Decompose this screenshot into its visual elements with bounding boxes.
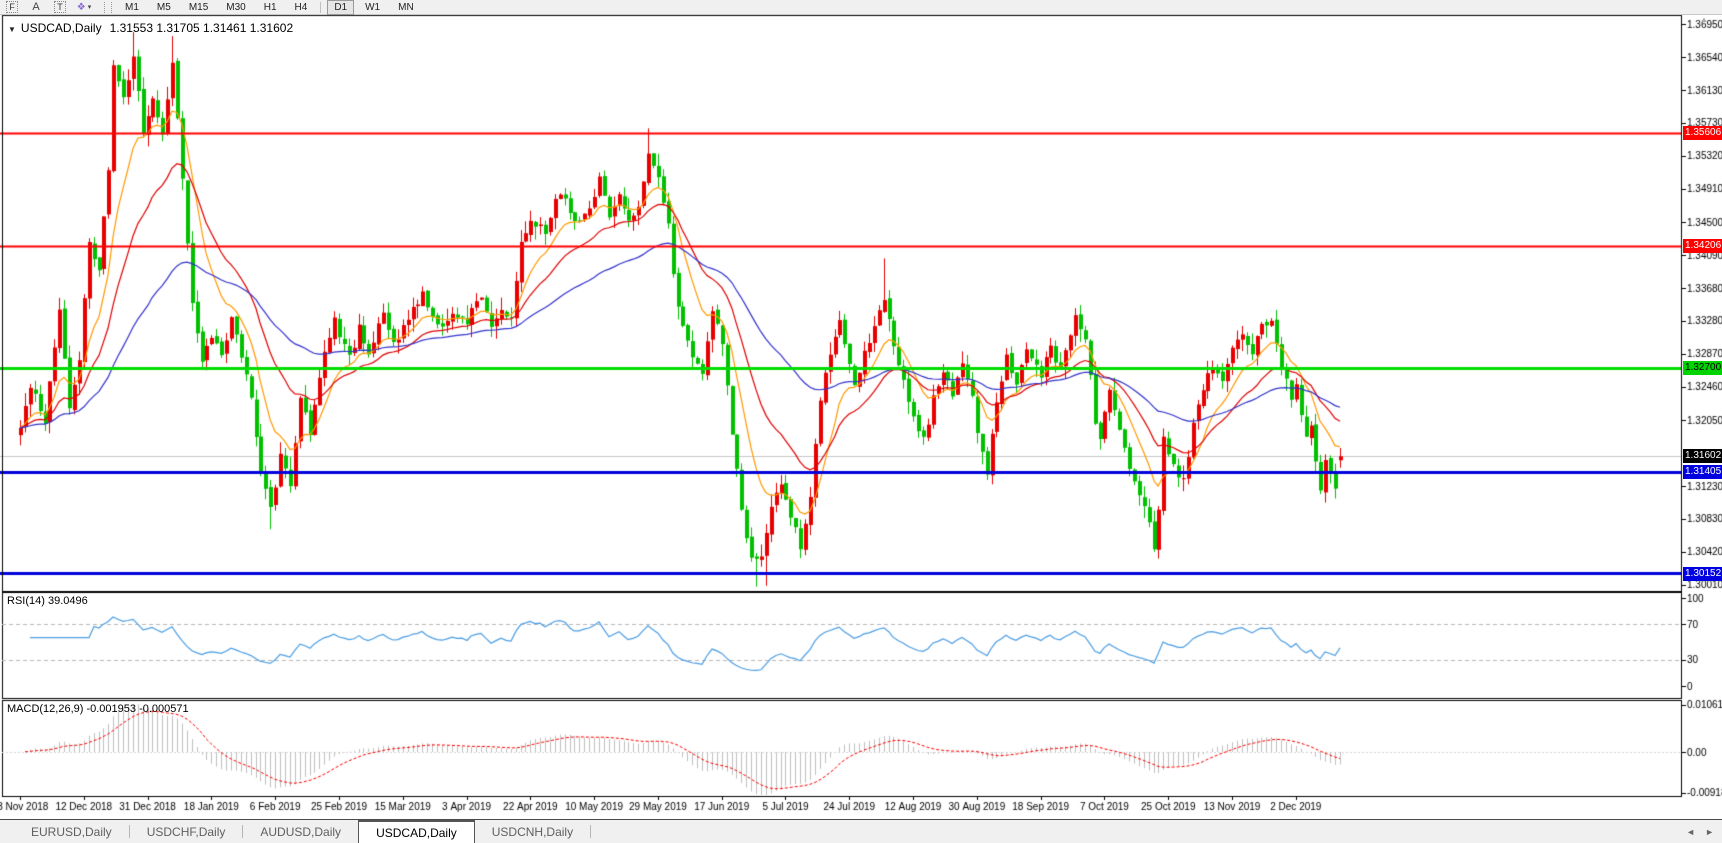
tab-divider (590, 825, 592, 838)
tab-usdcad-active[interactable]: USDCAD,Daily (358, 820, 475, 843)
tab-usdchf[interactable]: USDCHF,Daily (130, 820, 243, 843)
toolbar-grip[interactable] (104, 1, 112, 13)
tab-scroll-arrows: ◄ ► (1686, 820, 1722, 843)
resistance-price-badge: 1.34206 (1683, 239, 1722, 253)
shapes-icon: ❖ (76, 1, 86, 13)
tab-audusd[interactable]: AUDUSD,Daily (243, 820, 358, 843)
resistance-price-badge: 1.35606 (1683, 126, 1722, 140)
toolbar-separator (320, 1, 322, 13)
timeframe-m15-button[interactable]: M15 (182, 0, 215, 15)
timeframe-w1-button[interactable]: W1 (358, 0, 387, 15)
support-price-badge: 1.30152 (1683, 567, 1722, 581)
support-price-badge: 1.31405 (1683, 465, 1722, 479)
shapes-tool-button[interactable]: ❖ ▾ (74, 1, 94, 14)
tab-eurusd[interactable]: EURUSD,Daily (14, 820, 129, 843)
timeframe-h1-button[interactable]: H1 (257, 0, 284, 15)
fibonacci-icon: F (6, 1, 18, 13)
tab-scroll-left-icon[interactable]: ◄ (1686, 827, 1695, 837)
timeframe-d1-button[interactable]: D1 (327, 0, 355, 15)
tab-scroll-right-icon[interactable]: ► (1705, 827, 1714, 837)
rsi-indicator-label: RSI(14) 39.0496 (7, 595, 88, 607)
trading-terminal-window: F A T ❖ ▾ M1 M5 M15 M30 H1 H4 D1 W1 MN ▼ U… (0, 0, 1722, 843)
timeframe-h4-button[interactable]: H4 (288, 0, 315, 15)
macd-indicator-label: MACD(12,26,9) -0.001953 -0.000571 (7, 703, 189, 715)
tab-usdcnh[interactable]: USDCNH,Daily (475, 820, 590, 843)
chart-symbol-label: USDCAD,Daily (20, 21, 102, 35)
dropdown-caret-icon: ▾ (87, 4, 92, 11)
timeframe-mn-button[interactable]: MN (391, 0, 421, 15)
timeframe-m30-button[interactable]: M30 (219, 0, 252, 15)
current-price-badge: 1.31602 (1683, 449, 1722, 463)
chart-ohlc-values: 1.31553 1.31705 1.31461 1.31602 (109, 21, 294, 35)
pivot-price-badge: 1.32700 (1683, 361, 1722, 375)
timeframe-m1-button[interactable]: M1 (118, 0, 146, 15)
collapse-arrow-icon[interactable]: ▼ (8, 25, 16, 34)
fibonacci-tool-button[interactable]: F (2, 1, 22, 14)
symbol-tab-bar: EURUSD,Daily USDCHF,Daily AUDUSD,Daily U… (0, 819, 1722, 843)
text-label-icon: T (54, 1, 66, 13)
axis-scroll-up-icon[interactable]: ▲ (1700, 15, 1708, 24)
timeframe-m5-button[interactable]: M5 (150, 0, 178, 15)
text-icon: A (32, 1, 40, 13)
text-tool-button[interactable]: A (26, 1, 46, 14)
chart-title: ▼ USDCAD,Daily 1.31553 1.31705 1.31461 1.3… (8, 21, 293, 35)
price-chart-canvas[interactable] (0, 0, 1722, 843)
text-label-tool-button[interactable]: T (50, 1, 70, 14)
toolbar: F A T ❖ ▾ M1 M5 M15 M30 H1 H4 D1 W1 MN (0, 0, 1722, 15)
